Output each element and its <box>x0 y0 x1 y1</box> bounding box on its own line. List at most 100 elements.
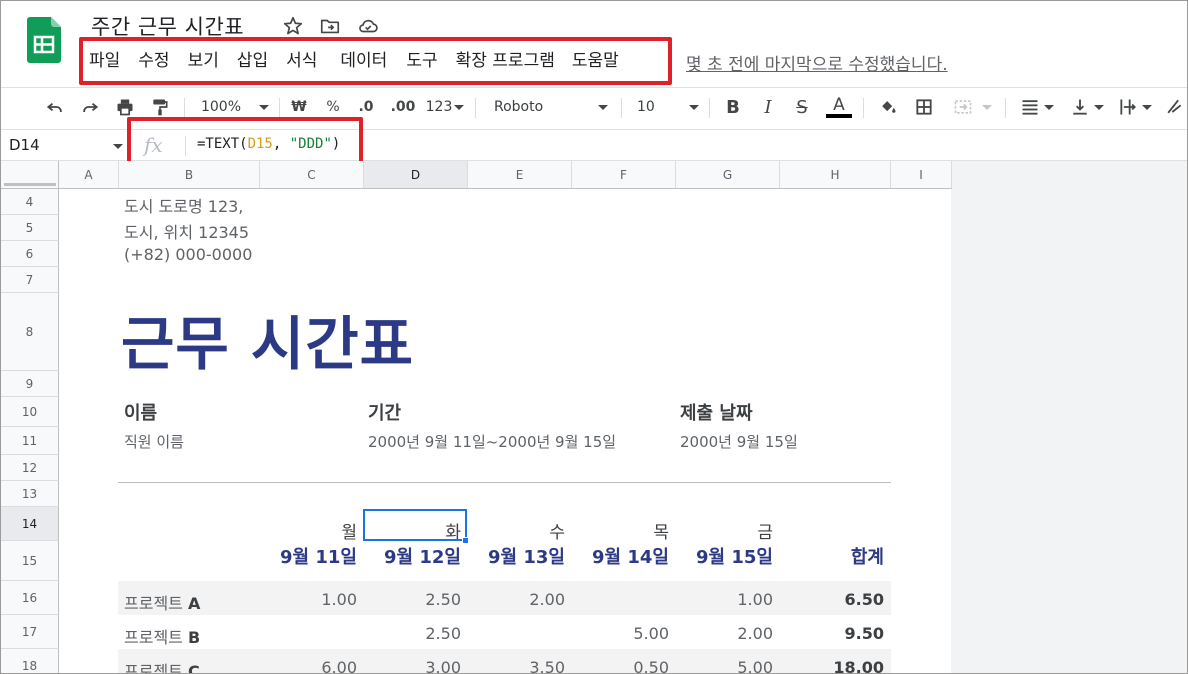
move-folder-icon[interactable] <box>319 15 341 37</box>
column-header-c[interactable]: C <box>260 161 364 189</box>
column-header-d[interactable]: D <box>364 161 468 189</box>
undo-icon[interactable] <box>43 94 67 120</box>
row-header-9[interactable]: 9 <box>1 371 59 397</box>
currency-format-button[interactable]: ₩ <box>290 94 308 120</box>
row-header-13[interactable]: 13 <box>1 481 59 507</box>
project-b-label[interactable]: 프로젝트 B <box>124 624 200 648</box>
text-rotation-icon[interactable] <box>1163 94 1185 120</box>
document-title[interactable]: 주간 근무 시간표 <box>91 11 244 41</box>
more-formats-select[interactable]: 123 <box>425 94 465 120</box>
column-header-e[interactable]: E <box>468 161 572 189</box>
increase-decimal-button[interactable]: .00 <box>390 94 416 120</box>
star-icon[interactable] <box>282 15 304 37</box>
horizontal-align-button[interactable] <box>1017 94 1057 120</box>
fill-color-icon[interactable] <box>877 94 899 120</box>
fill-handle[interactable] <box>462 537 469 544</box>
row-header-4[interactable]: 4 <box>1 189 59 215</box>
table-total-cell[interactable]: 9.50 <box>845 624 884 643</box>
row-header-12[interactable]: 12 <box>1 455 59 481</box>
date-header-tue[interactable]: 9월 12일 <box>384 543 461 569</box>
address-line-1[interactable]: 도시 도로명 123, <box>124 193 243 217</box>
row-header-11[interactable]: 11 <box>1 427 59 455</box>
table-cell[interactable]: 1.00 <box>737 590 773 609</box>
menu-edit[interactable]: 수정 <box>129 47 178 75</box>
table-cell[interactable]: 2.00 <box>529 590 565 609</box>
redo-icon[interactable] <box>78 94 102 120</box>
table-cell[interactable]: 2.00 <box>737 624 773 643</box>
merge-cells-button[interactable] <box>949 94 995 120</box>
row-header-16[interactable]: 16 <box>1 581 59 615</box>
table-cell[interactable]: 2.50 <box>425 590 461 609</box>
menu-format[interactable]: 서식 <box>277 47 326 75</box>
table-cell[interactable]: 1.00 <box>321 590 357 609</box>
day-header-fri[interactable]: 금 <box>757 518 773 543</box>
period-label[interactable]: 기간 <box>368 399 401 425</box>
column-header-f[interactable]: F <box>572 161 676 189</box>
cloud-saved-icon[interactable] <box>357 15 379 37</box>
menu-tools[interactable]: 도구 <box>396 47 446 75</box>
period-value[interactable]: 2000년 9월 11일~2000년 9월 15일 <box>368 431 616 452</box>
menu-insert[interactable]: 삽입 <box>228 47 277 75</box>
row-header-15[interactable]: 15 <box>1 541 59 581</box>
date-header-thu[interactable]: 9월 14일 <box>592 543 669 569</box>
column-header-g[interactable]: G <box>676 161 780 189</box>
row-header-8[interactable]: 8 <box>1 293 59 371</box>
formula-input[interactable]: =TEXT(D15, "DDD") <box>197 136 340 152</box>
percent-format-button[interactable]: % <box>324 94 342 120</box>
last-edit-link[interactable]: 몇 초 전에 마지막으로 수정했습니다. <box>686 50 948 75</box>
row-header-14[interactable]: 14 <box>1 507 59 541</box>
submit-date-label[interactable]: 제출 날짜 <box>680 399 753 425</box>
name-label[interactable]: 이름 <box>124 399 157 425</box>
font-size-select[interactable]: 10 <box>637 94 699 120</box>
menu-data[interactable]: 데이터 <box>326 47 396 75</box>
select-all-corner[interactable] <box>1 161 59 189</box>
address-line-3[interactable]: (+82) 000-0000 <box>124 245 252 264</box>
date-header-mon[interactable]: 9월 11일 <box>280 543 357 569</box>
total-header[interactable]: 합계 <box>851 543 884 569</box>
day-header-thu[interactable]: 목 <box>653 518 669 543</box>
day-header-mon[interactable]: 월 <box>341 518 357 543</box>
table-cell[interactable]: 0.50 <box>633 658 669 673</box>
italic-button[interactable]: I <box>757 94 779 120</box>
row-header-18[interactable]: 18 <box>1 649 59 673</box>
date-header-fri[interactable]: 9월 15일 <box>696 543 773 569</box>
table-cell[interactable]: 6.00 <box>321 658 357 673</box>
address-line-2[interactable]: 도시, 위치 12345 <box>124 219 249 243</box>
project-c-label[interactable]: 프로젝트 C <box>124 658 200 673</box>
paint-format-icon[interactable] <box>148 94 172 120</box>
date-header-wed[interactable]: 9월 13일 <box>488 543 565 569</box>
table-cell[interactable]: 3.50 <box>529 658 565 673</box>
menu-file[interactable]: 파일 <box>89 47 129 75</box>
bold-button[interactable]: B <box>722 94 744 120</box>
borders-icon[interactable] <box>913 94 935 120</box>
row-header-17[interactable]: 17 <box>1 615 59 649</box>
text-wrap-button[interactable] <box>1115 94 1155 120</box>
table-cell[interactable]: 3.00 <box>425 658 461 673</box>
row-header-7[interactable]: 7 <box>1 267 59 293</box>
vertical-align-button[interactable] <box>1067 94 1107 120</box>
column-header-a[interactable]: A <box>59 161 119 189</box>
row-header-5[interactable]: 5 <box>1 215 59 241</box>
table-cell[interactable]: 5.00 <box>633 624 669 643</box>
print-icon[interactable] <box>113 94 137 120</box>
column-header-h[interactable]: H <box>780 161 891 189</box>
employee-name-value[interactable]: 직원 이름 <box>124 431 184 452</box>
sheet-title[interactable]: 근무 시간표 <box>121 297 414 381</box>
sheets-logo-icon[interactable] <box>27 17 61 63</box>
table-cell[interactable]: 2.50 <box>425 624 461 643</box>
submit-date-value[interactable]: 2000년 9월 15일 <box>680 431 798 452</box>
menu-extensions[interactable]: 확장 프로그램 <box>447 47 564 75</box>
zoom-select[interactable]: 100% <box>201 94 270 120</box>
menu-view[interactable]: 보기 <box>179 47 228 75</box>
strikethrough-button[interactable]: S <box>791 94 813 120</box>
selected-cell-d14[interactable] <box>363 509 467 541</box>
decrease-decimal-button[interactable]: .0 <box>355 94 377 120</box>
project-a-label[interactable]: 프로젝트 A <box>124 590 200 614</box>
day-header-wed[interactable]: 수 <box>549 518 565 543</box>
column-header-i[interactable]: I <box>891 161 952 189</box>
menu-help[interactable]: 도움말 <box>564 47 628 75</box>
row-header-6[interactable]: 6 <box>1 241 59 267</box>
table-cell[interactable]: 5.00 <box>737 658 773 673</box>
table-total-cell[interactable]: 6.50 <box>845 590 884 609</box>
text-color-button[interactable]: A <box>826 94 852 120</box>
